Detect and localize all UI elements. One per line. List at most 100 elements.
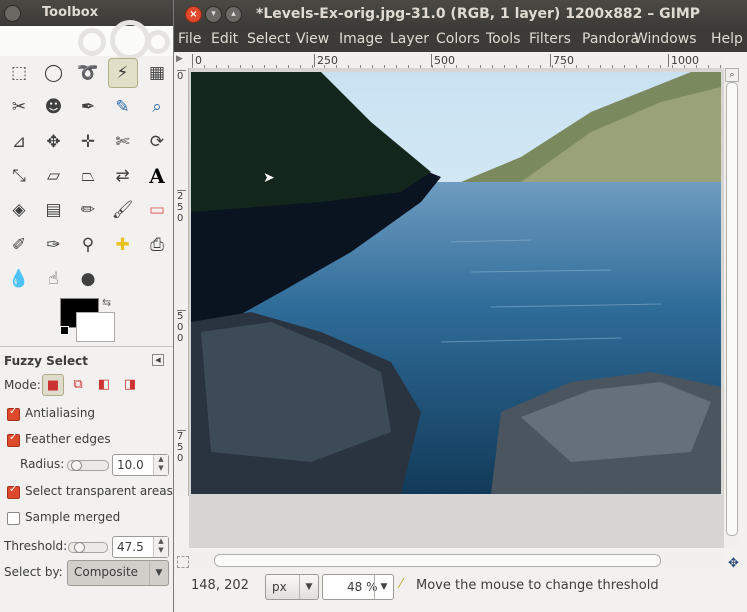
measure-icon[interactable]: ⊿ [4, 127, 34, 157]
menu-colors[interactable]: Colors [436, 31, 480, 47]
blend-icon[interactable]: ▤ [39, 195, 69, 225]
vertical-scrollbar[interactable]: ⌕ [724, 68, 739, 548]
ellipse-select-icon[interactable]: ◯ [39, 58, 69, 88]
radius-slider[interactable] [67, 460, 109, 471]
mode-replace-icon[interactable]: ■ [42, 374, 64, 396]
paintbrush-icon[interactable]: 🖌 [108, 195, 138, 225]
chevron-down-icon: ▼ [149, 561, 168, 585]
toolbox-titlebar: Toolbox [0, 0, 173, 26]
vertical-ruler: 0 250 500 750 [176, 68, 189, 496]
horizontal-scroll-thumb[interactable] [214, 554, 661, 567]
close-icon[interactable]: × [185, 6, 202, 23]
antialiasing-checkbox[interactable] [7, 406, 20, 421]
toolbox-title: Toolbox [42, 5, 99, 20]
heal-icon[interactable]: ✚ [108, 230, 138, 260]
perspective-clone-icon[interactable]: ⎙ [142, 230, 172, 260]
mode-add-icon[interactable]: ⧉ [68, 374, 88, 394]
mode-subtract-icon[interactable]: ◧ [94, 374, 114, 394]
sample-merged-checkbox[interactable] [7, 512, 20, 525]
scissors-select-icon[interactable]: ✂ [4, 92, 34, 122]
unit-combo[interactable]: px ▼ [265, 574, 319, 600]
scale-icon[interactable]: ⤡ [4, 161, 34, 191]
zoom-fit-icon[interactable]: ⌕ [725, 68, 739, 82]
options-menu-icon[interactable]: ◀ [152, 354, 164, 366]
menu-view[interactable]: View [296, 31, 329, 47]
text-icon[interactable]: A [142, 161, 172, 191]
clone-icon[interactable]: ⚲ [73, 230, 103, 260]
ruler-tick-label: 250 [177, 190, 186, 224]
zoom-icon[interactable]: ⌕ [142, 92, 172, 122]
menu-filters[interactable]: Filters [529, 31, 571, 47]
by-color-select-icon[interactable]: ▦ [142, 58, 172, 88]
swap-colors-icon[interactable]: ⇆ [102, 296, 111, 309]
menu-select[interactable]: Select [247, 31, 290, 47]
threshold-spinbox[interactable]: 47.5 ▲ ▼ [112, 536, 169, 558]
free-select-icon[interactable]: ➰ [73, 58, 103, 88]
horizontal-ruler: 0 250 500 750 1000 [188, 54, 724, 69]
pointer-coordinates: 148, 202 [191, 578, 249, 593]
lake-photo [191, 72, 721, 494]
align-icon[interactable]: ✛ [73, 127, 103, 157]
minimize-icon[interactable]: ▾ [205, 6, 222, 23]
ink-icon[interactable]: ✑ [39, 230, 69, 260]
select-by-label: Select by: [4, 565, 63, 579]
threshold-slider[interactable] [68, 542, 108, 553]
bucket-fill-icon[interactable]: ◈ [4, 195, 34, 225]
horizontal-scrollbar[interactable] [189, 552, 724, 568]
radius-spinbox[interactable]: 10.0 ▲ ▼ [112, 454, 169, 476]
rotate-icon[interactable]: ⟳ [142, 127, 172, 157]
select-by-combo[interactable]: Composite ▼ [67, 560, 169, 586]
zoom-value: 48 % [347, 580, 378, 594]
menu-image[interactable]: Image [339, 31, 383, 47]
color-picker-icon[interactable]: ✎ [108, 92, 138, 122]
image-window: × ▾ ▴ *Levels-Ex-orig.jpg-31.0 (RGB, 1 l… [174, 0, 747, 612]
fuzzy-select-icon[interactable]: ⚡ [107, 58, 138, 88]
vertical-scroll-thumb[interactable] [726, 82, 738, 536]
maximize-icon[interactable]: ▴ [225, 6, 242, 23]
quick-mask-corner-icon[interactable]: ▶ [176, 54, 187, 65]
shear-icon[interactable]: ▱ [39, 161, 69, 191]
menu-tools[interactable]: Tools [486, 31, 521, 47]
image-canvas[interactable] [190, 71, 722, 495]
menu-help[interactable]: Help [711, 31, 743, 47]
radius-value: 10.0 [117, 458, 144, 472]
mouse-cursor-icon: ➤ [263, 170, 275, 186]
feather-edges-checkbox[interactable] [7, 432, 20, 447]
perspective-icon[interactable]: ⏢ [73, 161, 103, 191]
zoom-combo[interactable]: 48 % ▼ [322, 574, 394, 600]
flip-icon[interactable]: ⇄ [108, 161, 138, 191]
smudge-icon[interactable]: ☝ [39, 264, 69, 294]
menu-edit[interactable]: Edit [211, 31, 238, 47]
airbrush-icon[interactable]: ✐ [4, 230, 34, 260]
menu-layer[interactable]: Layer [390, 31, 429, 47]
paths-icon[interactable]: ✒ [73, 92, 103, 122]
select-transparent-checkbox[interactable] [7, 484, 20, 499]
background-color-swatch[interactable] [76, 312, 115, 342]
toggle-quick-mask-icon[interactable] [177, 556, 189, 568]
spin-arrows-icon[interactable]: ▲ ▼ [153, 455, 168, 475]
select-transparent-label: Select transparent areas [25, 484, 173, 498]
navigate-icon[interactable]: ✥ [728, 556, 739, 571]
eraser-icon[interactable]: ▭ [142, 195, 172, 225]
menu-file[interactable]: File [178, 31, 201, 47]
pencil-icon[interactable]: ✏ [73, 195, 103, 225]
crop-icon[interactable]: ✄ [108, 127, 138, 157]
move-icon[interactable]: ✥ [39, 127, 69, 157]
dodge-burn-icon[interactable]: ● [73, 264, 103, 294]
blur-icon[interactable]: 💧 [4, 264, 34, 294]
ruler-tick-label: 750 [550, 54, 574, 67]
ruler-tick-label: 500 [177, 310, 186, 344]
menu-pandora[interactable]: Pandora [582, 31, 639, 47]
fuzzy-select-status-icon: ⁄ [400, 577, 403, 592]
default-colors-icon[interactable] [60, 326, 69, 335]
foreground-select-icon[interactable]: ☻ [39, 92, 69, 122]
spin-arrows-icon[interactable]: ▲ ▼ [153, 537, 168, 557]
mode-label: Mode: [4, 378, 41, 392]
mode-intersect-icon[interactable]: ◨ [120, 374, 140, 394]
ruler-tick-label: 0 [177, 70, 186, 82]
menu-windows[interactable]: Windows [634, 31, 697, 47]
toolbox-close-icon[interactable] [4, 5, 21, 22]
toolbox-window: Toolbox ⇆ Fuzzy Select ◀ Mode: ■ ⧉ ◧ ◨ A… [0, 0, 174, 612]
ruler-tick-label: 750 [177, 430, 186, 464]
rect-select-icon[interactable]: ⬚ [4, 58, 34, 88]
